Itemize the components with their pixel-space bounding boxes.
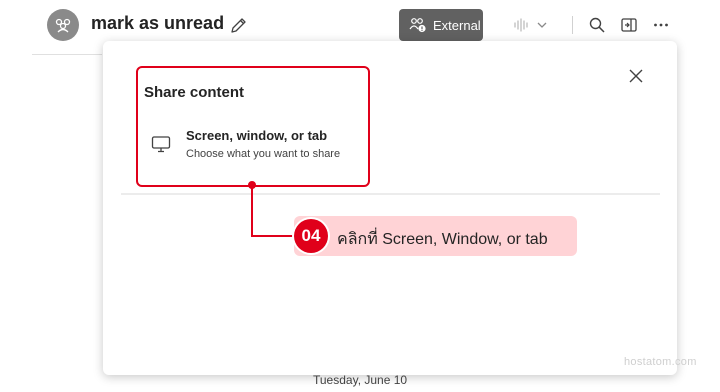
more-icon[interactable] [650, 14, 672, 36]
option-subtitle: Choose what you want to share [186, 148, 341, 160]
external-button[interactable]: External [399, 9, 483, 41]
watermark: hostatom.com [624, 356, 697, 368]
audio-wave-icon [514, 18, 528, 32]
timeline-date: Tuesday, June 10 [313, 373, 408, 387]
people-lock-icon [409, 18, 426, 33]
annotation-text: คลิกที่ Screen, Window, or tab [337, 231, 548, 248]
pop-out-icon[interactable] [618, 14, 640, 36]
close-icon[interactable] [627, 67, 645, 85]
annotation-dot [248, 181, 256, 189]
share-screen-option[interactable]: Screen, window, or tab Choose what you w… [143, 125, 365, 165]
group-icon [55, 18, 71, 33]
option-title: Screen, window, or tab [186, 128, 328, 143]
panel-divider [121, 193, 660, 195]
pencil-icon[interactable] [229, 15, 249, 35]
call-button[interactable] [512, 14, 552, 36]
step-badge: 04 [294, 219, 328, 253]
header-divider [572, 16, 573, 34]
search-icon[interactable] [586, 14, 608, 36]
monitor-icon [151, 136, 171, 153]
external-label: External [433, 17, 481, 33]
share-content-panel: Share content Screen, window, or tab Cho… [103, 41, 677, 375]
header-divider-line [32, 54, 102, 55]
app-window: mark as unread External Share content Sc… [0, 0, 720, 392]
panel-title: Share content [144, 84, 245, 101]
chat-avatar[interactable] [47, 9, 79, 41]
chevron-down-icon [537, 22, 547, 28]
chat-title: mark as unread [91, 13, 225, 33]
